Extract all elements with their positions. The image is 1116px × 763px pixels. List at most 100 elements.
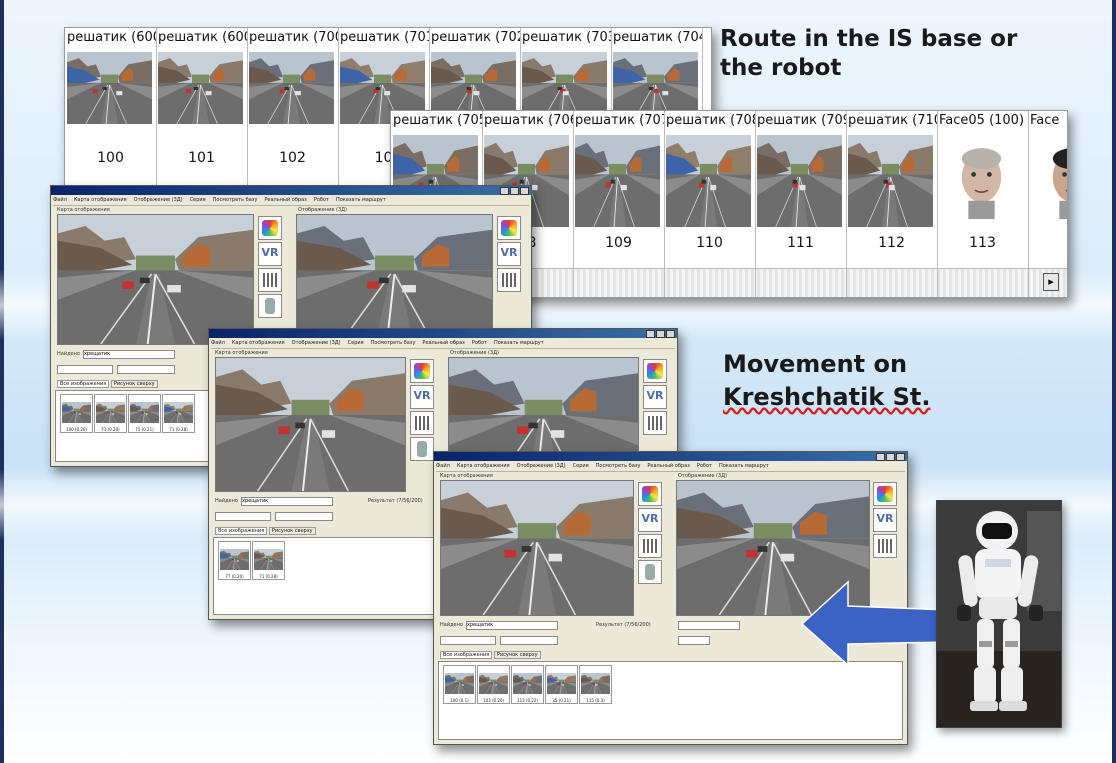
maximize-icon[interactable] [886, 453, 895, 461]
image-grid-icon[interactable] [873, 534, 897, 558]
thumbnail-item[interactable]: 71 (0.20) [94, 394, 127, 433]
coordinate-field[interactable] [440, 636, 496, 645]
vr-icon[interactable]: VR [638, 508, 662, 532]
tab-all-images[interactable]: Все изображения [57, 380, 110, 388]
map-view-panel[interactable] [57, 214, 254, 345]
menu-item[interactable]: Отображение (3Д) [517, 463, 566, 469]
menu-item[interactable]: Реальный образ [422, 340, 464, 346]
menu-item[interactable]: Показать маршрут [719, 463, 769, 469]
thumbnail-item[interactable]: 77 (0.20) [218, 541, 251, 580]
name-field[interactable]: хрещатик [83, 350, 175, 359]
status-field[interactable] [678, 636, 710, 645]
thumbnail-item[interactable]: 75 (0.21) [128, 394, 161, 433]
filmstrip-cell[interactable]: решатик (710 112 [846, 111, 938, 297]
tab-top-view[interactable]: Рисунок сверху [268, 527, 316, 535]
minimize-icon[interactable] [500, 187, 509, 195]
thumbnail-item[interactable]: 71 (0.28) [252, 541, 285, 580]
image-grid-icon[interactable] [497, 268, 521, 292]
menu-item[interactable]: Отображение (3Д) [292, 340, 341, 346]
menu-item[interactable]: Реальный образ [647, 463, 689, 469]
3d-view-panel[interactable] [296, 214, 493, 345]
filmstrip-cell[interactable]: Face05 (100) 113 [937, 111, 1029, 297]
menu-item[interactable]: Показать маршрут [494, 340, 544, 346]
image-grid-icon[interactable] [643, 411, 667, 435]
window-title-bar[interactable] [51, 186, 531, 195]
thumbnail-item[interactable]: 103 (0.20) [477, 665, 510, 704]
menu-item[interactable]: Робот [314, 197, 329, 203]
map-view-panel[interactable] [440, 480, 634, 616]
menu-item[interactable]: Файл [436, 463, 450, 469]
thumbnail-item[interactable]: 35 (0.21) [545, 665, 578, 704]
name-field[interactable]: хрещатик [241, 497, 333, 506]
menu-item[interactable]: Файл [53, 197, 67, 203]
window-title-bar[interactable] [434, 452, 907, 461]
menu-item[interactable]: Отображение (3Д) [134, 197, 183, 203]
robot-icon[interactable] [638, 560, 662, 584]
rgb-color-icon[interactable] [410, 359, 434, 383]
coordinate-field[interactable] [117, 365, 175, 374]
filmstrip-cell[interactable]: решатик (709 111 [755, 111, 847, 297]
menu-item[interactable]: Файл [211, 340, 225, 346]
menu-item[interactable]: Реальный образ [264, 197, 306, 203]
menu-item[interactable]: Серия [573, 463, 589, 469]
thumbnail-item[interactable]: 100 (0.20) [60, 394, 93, 433]
rgb-color-icon[interactable] [497, 216, 521, 240]
close-icon[interactable] [896, 453, 905, 461]
tab-all-images[interactable]: Все изображения [215, 527, 268, 535]
filmstrip-cell[interactable]: решатик (600 100 [65, 28, 157, 190]
thumbnail-item[interactable]: 71 (0.28) [162, 394, 195, 433]
menu-item[interactable]: Посмотреть базу [213, 197, 258, 203]
coordinate-field[interactable] [57, 365, 113, 374]
window-title-bar[interactable] [209, 329, 677, 338]
menu-item[interactable]: Показать маршрут [336, 197, 386, 203]
menu-item[interactable]: Посмотреть базу [596, 463, 641, 469]
filmstrip-cell[interactable]: решатик (708 110 [664, 111, 756, 297]
name-field[interactable]: хрещатик [466, 621, 558, 630]
thumbnail-item[interactable]: 113 (0.22) [511, 665, 544, 704]
status-field[interactable] [678, 621, 740, 630]
rgb-color-icon[interactable] [638, 482, 662, 506]
menu-item[interactable]: Робот [697, 463, 712, 469]
filmstrip-cell[interactable]: Face [1028, 111, 1067, 297]
menu-item[interactable]: Карта отображения [232, 340, 285, 346]
thumbnail-item[interactable]: 100 (0.1) [443, 665, 476, 704]
image-grid-icon[interactable] [410, 411, 434, 435]
rgb-color-icon[interactable] [873, 482, 897, 506]
image-grid-icon[interactable] [258, 268, 282, 292]
vr-icon[interactable]: VR [258, 242, 282, 266]
filmstrip-cell[interactable]: решатик (707 109 [573, 111, 665, 297]
robot-icon[interactable] [258, 294, 282, 318]
menu-item[interactable]: Карта отображения [74, 197, 127, 203]
maximize-icon[interactable] [510, 187, 519, 195]
filmstrip-cell[interactable]: решатик (700 102 [247, 28, 339, 190]
close-icon[interactable] [666, 330, 675, 338]
menu-item[interactable]: Серия [348, 340, 364, 346]
coordinate-field[interactable] [500, 636, 558, 645]
direction-arrow-icon [800, 580, 949, 666]
tab-all-images[interactable]: Все изображения [440, 651, 493, 659]
rgb-color-icon[interactable] [258, 216, 282, 240]
minimize-icon[interactable] [646, 330, 655, 338]
vr-icon[interactable]: VR [873, 508, 897, 532]
menu-item[interactable]: Робот [472, 340, 487, 346]
menu-item[interactable]: Серия [190, 197, 206, 203]
coordinate-field[interactable] [215, 512, 271, 521]
minimize-icon[interactable] [876, 453, 885, 461]
maximize-icon[interactable] [656, 330, 665, 338]
close-icon[interactable] [520, 187, 529, 195]
vr-icon[interactable]: VR [497, 242, 521, 266]
rgb-color-icon[interactable] [643, 359, 667, 383]
menu-item[interactable]: Посмотреть базу [371, 340, 416, 346]
thumbnail-area[interactable]: 100 (0.1) 103 (0.20) 113 (0.22) 35 (0.21) 11… [438, 661, 903, 740]
menu-item[interactable]: Карта отображения [457, 463, 510, 469]
filmstrip-cell[interactable]: решатик (600 101 [156, 28, 248, 190]
vr-icon[interactable]: VR [410, 385, 434, 409]
robot-icon[interactable] [410, 437, 434, 461]
tab-top-view[interactable]: Рисунок сверху [493, 651, 541, 659]
vr-icon[interactable]: VR [643, 385, 667, 409]
thumbnail-item[interactable]: 115 (0.3) [579, 665, 612, 704]
image-grid-icon[interactable] [638, 534, 662, 558]
coordinate-field[interactable] [275, 512, 333, 521]
map-view-panel[interactable] [215, 357, 406, 492]
tab-top-view[interactable]: Рисунок сверху [110, 380, 158, 388]
